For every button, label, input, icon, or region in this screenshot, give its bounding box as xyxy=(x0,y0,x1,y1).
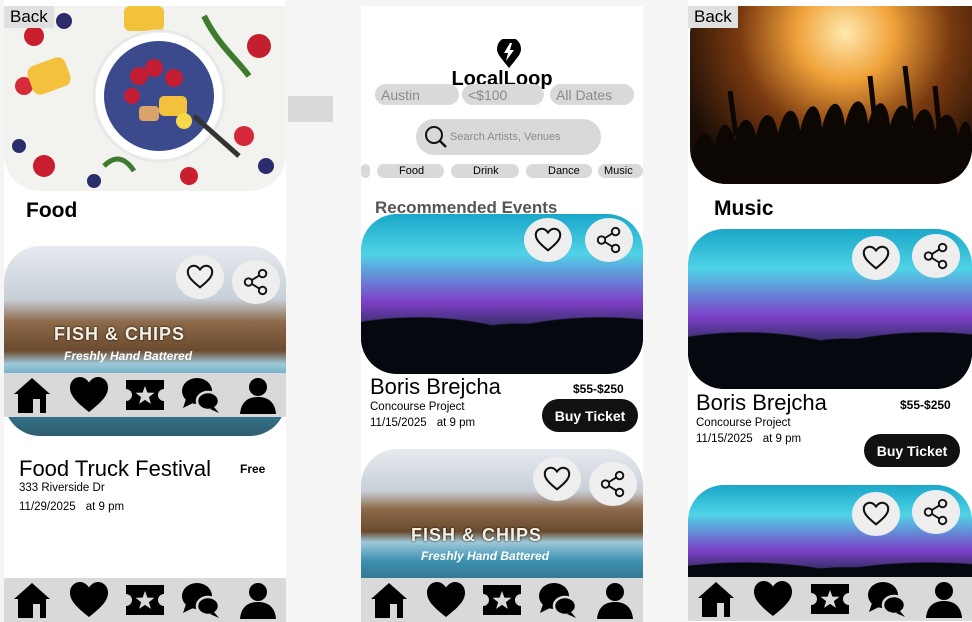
profile-icon[interactable] xyxy=(238,375,278,415)
chat-icon[interactable] xyxy=(181,580,221,620)
event-date-value: 11/29/2025 xyxy=(19,501,76,513)
event-date-value: 11/15/2025 xyxy=(370,417,427,429)
music-screen: Back Music Boris Brejcha $55-$250 Concou… xyxy=(688,0,972,622)
buy-ticket-button[interactable]: Buy Ticket xyxy=(542,399,638,432)
flow-connector xyxy=(288,96,333,122)
event-time: at 9 pm xyxy=(85,501,125,513)
home-icon[interactable] xyxy=(696,579,736,619)
bottom-nav xyxy=(361,578,643,622)
heart-icon[interactable] xyxy=(753,579,793,619)
home-icon[interactable] xyxy=(12,375,52,415)
event-title[interactable]: Boris Brejcha xyxy=(696,390,827,416)
share-button[interactable] xyxy=(585,218,633,262)
event-date: 11/15/2025 at 9 pm xyxy=(696,433,801,445)
share-icon xyxy=(921,241,951,271)
heart-icon[interactable] xyxy=(426,580,466,620)
section-title: Food xyxy=(26,199,78,222)
share-icon xyxy=(598,469,628,499)
music-hero-image xyxy=(690,6,972,184)
search-icon xyxy=(425,126,447,148)
event-venue: Concourse Project xyxy=(370,401,465,413)
category-dance[interactable]: Dance xyxy=(526,164,592,178)
category-food[interactable]: Food xyxy=(377,164,444,178)
event-price: $55-$250 xyxy=(573,382,624,396)
heart-icon[interactable] xyxy=(69,375,109,415)
event-price: $55-$250 xyxy=(900,398,951,412)
home-icon[interactable] xyxy=(12,580,52,620)
favorite-button[interactable] xyxy=(176,255,224,299)
profile-icon[interactable] xyxy=(595,580,635,620)
card-sign: FISH & CHIPS xyxy=(411,525,543,545)
favorite-button[interactable] xyxy=(852,492,900,536)
ticket-icon[interactable] xyxy=(125,375,165,415)
favorite-button[interactable] xyxy=(533,457,581,501)
chat-icon[interactable] xyxy=(181,375,221,415)
search-placeholder: Search Artists, Venues xyxy=(450,131,561,143)
card-subsign: Freshly Hand Battered xyxy=(64,349,193,363)
share-button[interactable] xyxy=(232,260,280,304)
event-date: 11/15/2025 at 9 pm xyxy=(370,417,475,429)
share-icon xyxy=(241,267,271,297)
location-filter[interactable]: Austin xyxy=(375,84,459,105)
heart-outline-icon xyxy=(861,243,891,273)
share-icon xyxy=(594,225,624,255)
category-drink[interactable]: Drink xyxy=(451,164,519,178)
event-title[interactable]: Food Truck Festival xyxy=(19,456,211,482)
event-venue: Concourse Project xyxy=(696,417,791,429)
buy-ticket-button[interactable]: Buy Ticket xyxy=(864,434,960,467)
ticket-icon[interactable] xyxy=(482,580,522,620)
favorite-button[interactable] xyxy=(524,218,572,262)
home-icon[interactable] xyxy=(369,580,409,620)
profile-icon[interactable] xyxy=(924,579,964,619)
bottom-nav-overlay xyxy=(4,373,286,417)
chat-icon[interactable] xyxy=(538,580,578,620)
event-address: 333 Riverside Dr xyxy=(19,482,105,494)
share-button[interactable] xyxy=(912,490,960,534)
category-music[interactable]: Music xyxy=(598,164,643,178)
event-time: at 9 pm xyxy=(436,417,476,429)
heart-outline-icon xyxy=(542,464,572,494)
card-subsign: Freshly Hand Battered xyxy=(421,549,550,563)
back-button[interactable]: Back xyxy=(4,6,54,28)
ticket-icon[interactable] xyxy=(810,579,850,619)
share-button[interactable] xyxy=(912,234,960,278)
home-screen: LocalLoop Austin <$100 All Dates Search … xyxy=(361,6,643,622)
logo-icon xyxy=(497,39,521,68)
date-filter[interactable]: All Dates xyxy=(550,84,634,105)
category-chip-partial[interactable] xyxy=(361,164,370,178)
bottom-nav xyxy=(688,577,972,621)
favorite-button[interactable] xyxy=(852,236,900,280)
event-date: 11/29/2025 at 9 pm xyxy=(19,501,124,513)
profile-icon[interactable] xyxy=(238,580,278,620)
card-sign: FISH & CHIPS xyxy=(54,324,186,344)
event-date-value: 11/15/2025 xyxy=(696,433,753,445)
section-title: Music xyxy=(714,197,774,220)
heart-icon[interactable] xyxy=(69,580,109,620)
heart-outline-icon xyxy=(533,225,563,255)
food-screen: Back Food FISH & CHIPS Freshly Hand Batt… xyxy=(4,0,286,622)
back-button[interactable]: Back xyxy=(688,6,738,28)
share-icon xyxy=(921,497,951,527)
heart-outline-icon xyxy=(861,499,891,529)
price-filter[interactable]: <$100 xyxy=(462,84,544,105)
chat-icon[interactable] xyxy=(867,579,907,619)
food-hero-image xyxy=(4,6,286,191)
event-title[interactable]: Boris Brejcha xyxy=(370,374,501,400)
heart-outline-icon xyxy=(185,262,215,292)
event-time: at 9 pm xyxy=(762,433,802,445)
ticket-icon[interactable] xyxy=(125,580,165,620)
bottom-nav xyxy=(4,578,286,622)
search-input[interactable]: Search Artists, Venues xyxy=(416,119,601,155)
share-button[interactable] xyxy=(589,462,637,506)
event-price: Free xyxy=(240,462,266,476)
